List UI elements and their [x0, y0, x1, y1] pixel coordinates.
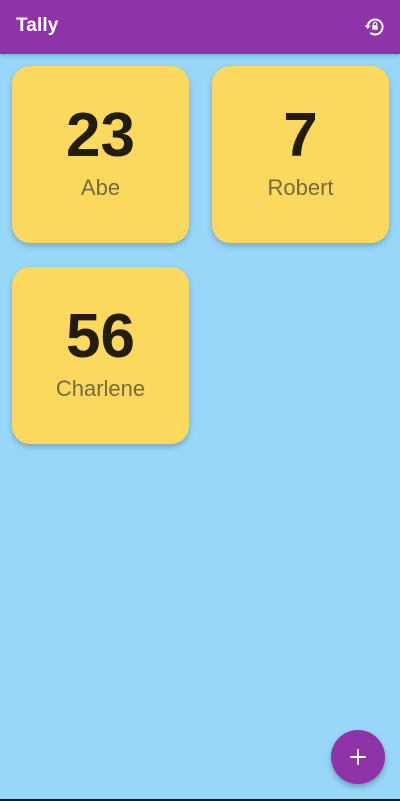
counter-value: 56 — [66, 301, 135, 371]
counter-card-charlene[interactable]: 56 Charlene — [12, 267, 189, 444]
counter-name: Abe — [80, 174, 121, 200]
counter-card-abe[interactable]: 23 Abe — [12, 66, 189, 243]
counter-name: Robert — [267, 174, 334, 200]
counter-name: Charlene — [55, 375, 146, 401]
plus-icon — [350, 749, 366, 765]
reset-history-icon — [364, 18, 384, 36]
reset-button[interactable] — [358, 10, 392, 44]
add-counter-button[interactable] — [331, 730, 385, 784]
counter-card-robert[interactable]: 7 Robert — [212, 66, 389, 243]
counter-value: 23 — [66, 100, 135, 170]
app-bar: Tally — [0, 0, 400, 54]
counter-value: 7 — [283, 100, 318, 170]
app-title: Tally — [16, 15, 59, 36]
